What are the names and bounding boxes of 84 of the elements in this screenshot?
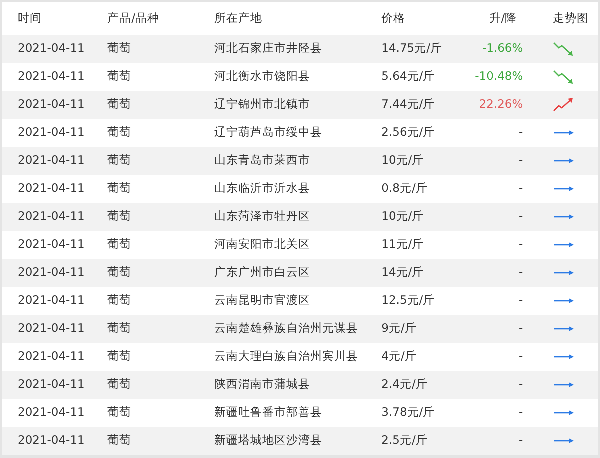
price-cell-text: 11元/斤 — [382, 236, 424, 254]
price-cell-text: 4元/斤 — [382, 348, 417, 366]
trend-down-icon — [553, 41, 576, 57]
product-cell-text: 葡萄 — [108, 124, 132, 142]
origin-cell-text: 辽宁锦州市北镇市 — [214, 96, 310, 114]
price-cell-text: 2.5元/斤 — [382, 432, 428, 450]
origin-cell-text: 山东临沂市沂水县 — [214, 180, 310, 198]
origin-cell-text: 云南昆明市官渡区 — [214, 292, 310, 310]
change-cell-text: - — [519, 404, 524, 422]
price-cell-text: 10元/斤 — [382, 208, 424, 226]
change-cell-text: - — [519, 152, 524, 170]
column-header: 所在产地 — [214, 10, 262, 27]
price-cell-text: 9元/斤 — [382, 320, 417, 338]
price-cell-text: 2.4元/斤 — [382, 376, 428, 394]
product-cell-text: 葡萄 — [108, 292, 132, 310]
change-cell-text: - — [519, 124, 524, 142]
origin-cell-text: 辽宁葫芦岛市绥中县 — [214, 124, 322, 142]
change-cell-text: - — [519, 432, 524, 450]
price-cell-text: 14元/斤 — [382, 264, 424, 282]
date-cell-text: 2021-04-11 — [18, 236, 85, 254]
origin-cell-text: 新疆吐鲁番市鄯善县 — [214, 404, 322, 422]
origin-cell-text: 山东菏泽市牡丹区 — [214, 208, 310, 226]
product-cell-text: 葡萄 — [108, 152, 132, 170]
date-cell-text: 2021-04-11 — [18, 376, 85, 394]
origin-cell-text: 新疆塔城地区沙湾县 — [214, 432, 322, 450]
product-cell-text: 葡萄 — [108, 432, 132, 450]
date-cell-text: 2021-04-11 — [18, 292, 85, 310]
date-cell-text: 2021-04-11 — [18, 68, 85, 86]
date-cell-text: 2021-04-11 — [18, 180, 85, 198]
date-cell-text: 2021-04-11 — [18, 404, 85, 422]
column-header: 产品/品种 — [108, 10, 160, 27]
column-header: 走势图 — [553, 10, 590, 27]
price-cell-text: 14.75元/斤 — [382, 40, 442, 58]
product-cell-text: 葡萄 — [108, 68, 132, 86]
price-cell-text: 3.78元/斤 — [382, 404, 436, 422]
origin-cell-text: 广东广州市白云区 — [214, 264, 310, 282]
product-cell-text: 葡萄 — [108, 404, 132, 422]
change-cell-text: - — [519, 180, 524, 198]
change-cell-text: -1.66% — [482, 40, 524, 58]
column-header: 价格 — [382, 10, 406, 27]
product-cell-text: 葡萄 — [108, 320, 132, 338]
column-header: 升/降 — [489, 10, 518, 27]
date-cell-text: 2021-04-11 — [18, 208, 85, 226]
change-cell-text: - — [519, 292, 524, 310]
change-cell-text: 22.26% — [479, 96, 524, 114]
date-cell-text: 2021-04-11 — [18, 348, 85, 366]
price-cell-text: 7.44元/斤 — [382, 96, 436, 114]
date-cell-text: 2021-04-11 — [18, 432, 85, 450]
origin-cell-text: 云南大理白族自治州宾川县 — [214, 348, 358, 366]
product-cell-text: 葡萄 — [108, 208, 132, 226]
price-cell-text: 0.8元/斤 — [382, 180, 428, 198]
origin-cell-text: 河南安阳市北关区 — [214, 236, 310, 254]
date-cell-text: 2021-04-11 — [18, 96, 85, 114]
trend-down-icon — [553, 69, 576, 85]
change-cell-text: - — [519, 264, 524, 282]
date-cell-text: 2021-04-11 — [18, 152, 85, 170]
product-cell-text: 葡萄 — [108, 376, 132, 394]
product-cell-text: 葡萄 — [108, 96, 132, 114]
origin-cell-text: 山东青岛市莱西市 — [214, 152, 310, 170]
change-cell-text: - — [519, 348, 524, 366]
column-header: 时间 — [18, 10, 42, 27]
origin-cell-text: 河北衡水市饶阳县 — [214, 68, 310, 86]
origin-cell-text: 河北石家庄市井陉县 — [214, 40, 322, 58]
price-cell-text: 12.5元/斤 — [382, 292, 436, 310]
origin-cell-text: 云南楚雄彝族自治州元谋县 — [214, 320, 358, 338]
product-cell-text: 葡萄 — [108, 40, 132, 58]
change-cell-text: - — [519, 320, 524, 338]
change-cell-text: - — [519, 376, 524, 394]
trend-up-icon — [553, 97, 576, 113]
date-cell-text: 2021-04-11 — [18, 264, 85, 282]
price-cell-text: 5.64元/斤 — [382, 68, 436, 86]
product-cell-text: 葡萄 — [108, 236, 132, 254]
price-cell-text: 10元/斤 — [382, 152, 424, 170]
product-cell-text: 葡萄 — [108, 348, 132, 366]
product-cell-text: 葡萄 — [108, 180, 132, 198]
date-cell-text: 2021-04-11 — [18, 320, 85, 338]
price-cell-text: 2.56元/斤 — [382, 124, 436, 142]
change-cell-text: -10.48% — [475, 68, 524, 86]
origin-cell-text: 陕西渭南市蒲城县 — [214, 376, 310, 394]
product-cell-text: 葡萄 — [108, 264, 132, 282]
date-cell-text: 2021-04-11 — [18, 40, 85, 58]
change-cell-text: - — [519, 208, 524, 226]
date-cell-text: 2021-04-11 — [18, 124, 85, 142]
change-cell-text: - — [519, 236, 524, 254]
